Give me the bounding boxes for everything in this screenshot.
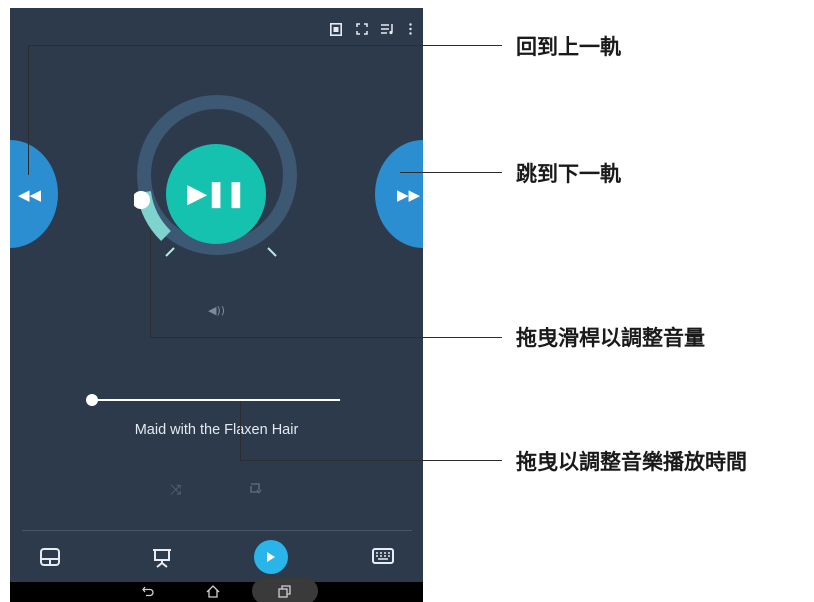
dock-play-button[interactable]: [254, 540, 288, 574]
seek-thumb[interactable]: [86, 394, 98, 406]
presentation-icon[interactable]: [152, 548, 172, 572]
dock-divider: [22, 530, 412, 531]
screen-mirror-icon[interactable]: [329, 22, 343, 36]
top-toolbar: [329, 22, 413, 36]
rewind-icon: ◀◀: [18, 186, 42, 204]
callout-line-prev: [28, 45, 502, 46]
keyboard-icon[interactable]: [372, 548, 394, 568]
play-icon: [267, 552, 275, 562]
recent-apps-icon[interactable]: [278, 585, 291, 598]
annotation-next-track: 跳到下一軌: [516, 162, 621, 186]
previous-track-button[interactable]: ◀◀: [10, 140, 58, 248]
touchpad-icon[interactable]: [40, 548, 60, 570]
home-icon[interactable]: [206, 585, 220, 598]
music-player-screen: ◀◀ ▶▶ ▶❚❚ ◀)) Maid with the Flaxen Hair …: [10, 8, 423, 602]
more-vert-icon[interactable]: [407, 22, 413, 36]
callout-line-seek-vertical: [240, 401, 241, 461]
seek-bar[interactable]: [92, 399, 340, 401]
play-pause-button[interactable]: ▶❚❚: [166, 144, 266, 244]
callout-line-next: [400, 172, 502, 173]
track-title: Maid with the Flaxen Hair: [134, 422, 299, 438]
callout-line-seek: [240, 460, 502, 461]
playlist-icon[interactable]: [381, 22, 395, 36]
system-nav-bar: [10, 578, 423, 602]
annotation-volume: 拖曳滑桿以調整音量: [516, 326, 705, 350]
fast-forward-icon: ▶▶: [397, 186, 421, 204]
back-icon[interactable]: [142, 585, 154, 597]
fullscreen-icon[interactable]: [355, 22, 369, 36]
callout-line-volume: [150, 337, 502, 338]
play-pause-icon: ▶❚❚: [187, 179, 247, 209]
callout-line-volume-vertical: [150, 231, 151, 338]
next-track-button[interactable]: ▶▶: [375, 140, 423, 248]
shuffle-icon[interactable]: ⤨: [170, 482, 181, 498]
callout-line-prev-vertical: [28, 45, 29, 175]
annotation-seek: 拖曳以調整音樂播放時間: [516, 450, 747, 474]
annotation-prev-track: 回到上一軌: [516, 35, 621, 59]
repeat-icon[interactable]: [248, 482, 262, 494]
volume-icon: ◀)): [208, 304, 226, 317]
